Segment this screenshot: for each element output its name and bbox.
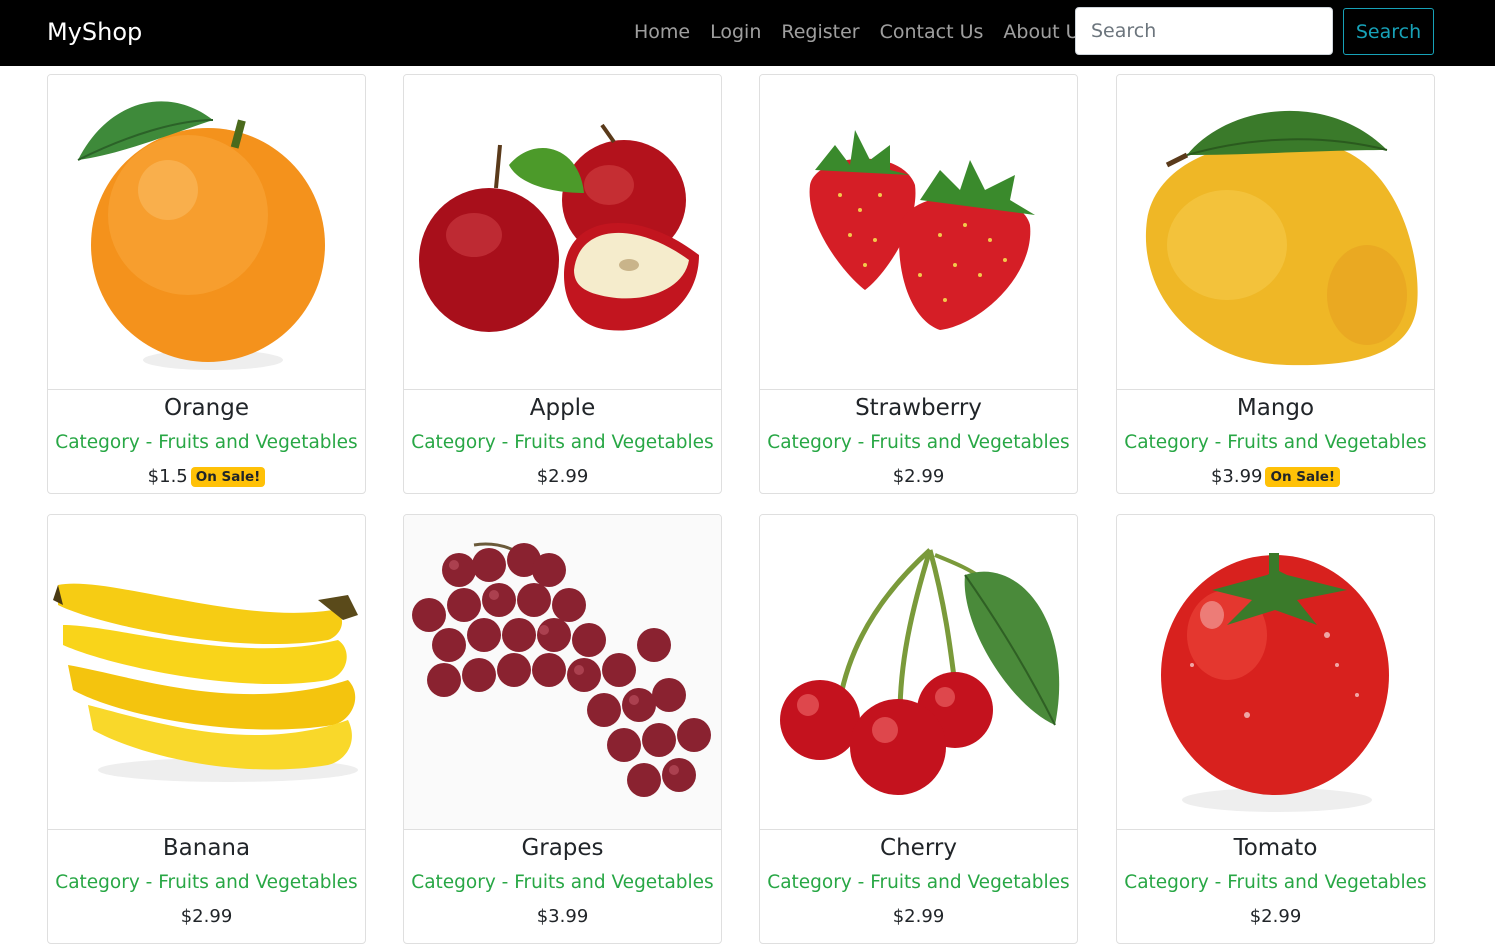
- product-card[interactable]: Strawberry Category - Fruits and Vegetab…: [759, 74, 1078, 494]
- orange-image[interactable]: [48, 75, 365, 390]
- product-name[interactable]: Banana: [48, 832, 365, 864]
- mango-image[interactable]: [1117, 75, 1434, 390]
- banana-image[interactable]: [48, 515, 365, 830]
- product-name[interactable]: Grapes: [404, 832, 721, 864]
- sale-badge: On Sale!: [1265, 467, 1341, 487]
- product-name[interactable]: Cherry: [760, 832, 1077, 864]
- nav-link-contact-us[interactable]: Contact Us: [870, 17, 994, 47]
- product-name[interactable]: Tomato: [1117, 832, 1434, 864]
- product-category: Category - Fruits and Vegetables: [55, 872, 358, 893]
- grapes-image[interactable]: [404, 515, 721, 830]
- product-category: Category - Fruits and Vegetables: [1124, 432, 1427, 453]
- product-price: $2.99: [892, 466, 945, 487]
- search-button[interactable]: Search: [1343, 8, 1434, 55]
- price-row: $2.99: [760, 465, 1077, 489]
- product-category: Category - Fruits and Vegetables: [767, 432, 1070, 453]
- price-row: $2.99: [760, 905, 1077, 929]
- price-row: $2.99: [1117, 905, 1434, 929]
- product-name[interactable]: Mango: [1117, 392, 1434, 424]
- product-card[interactable]: Orange Category - Fruits and Vegetables …: [47, 74, 366, 494]
- product-price: $3.99: [1210, 466, 1263, 487]
- apple-image[interactable]: [404, 75, 721, 390]
- product-name[interactable]: Strawberry: [760, 392, 1077, 424]
- product-card[interactable]: Tomato Category - Fruits and Vegetables …: [1116, 514, 1435, 944]
- brand-logo[interactable]: MyShop: [47, 15, 142, 49]
- nav-link-login[interactable]: Login: [700, 17, 771, 47]
- product-price: $2.99: [536, 466, 589, 487]
- product-category: Category - Fruits and Vegetables: [1124, 872, 1427, 893]
- product-price: $2.99: [180, 906, 233, 927]
- product-card[interactable]: Grapes Category - Fruits and Vegetables …: [403, 514, 722, 944]
- product-name[interactable]: Apple: [404, 392, 721, 424]
- product-price: $2.99: [892, 906, 945, 927]
- product-category: Category - Fruits and Vegetables: [411, 432, 714, 453]
- search-input[interactable]: [1075, 7, 1333, 55]
- product-category: Category - Fruits and Vegetables: [411, 872, 714, 893]
- price-row: $3.99 On Sale!: [1117, 465, 1434, 489]
- product-card[interactable]: Apple Category - Fruits and Vegetables $…: [403, 74, 722, 494]
- product-card[interactable]: Banana Category - Fruits and Vegetables …: [47, 514, 366, 944]
- product-price: $3.99: [536, 906, 589, 927]
- product-price: $2.99: [1249, 906, 1302, 927]
- product-card[interactable]: Mango Category - Fruits and Vegetables $…: [1116, 74, 1435, 494]
- nav-links: Home Login Register Contact Us About Us: [624, 17, 1099, 47]
- navbar: MyShop Home Login Register Contact Us Ab…: [0, 0, 1495, 66]
- product-price: $1.5: [147, 466, 188, 487]
- strawberry-image[interactable]: [760, 75, 1077, 390]
- price-row: $2.99: [48, 905, 365, 929]
- nav-link-register[interactable]: Register: [771, 17, 869, 47]
- product-name[interactable]: Orange: [48, 392, 365, 424]
- price-row: $2.99: [404, 465, 721, 489]
- nav-link-home[interactable]: Home: [624, 17, 700, 47]
- product-category: Category - Fruits and Vegetables: [55, 432, 358, 453]
- product-card[interactable]: Cherry Category - Fruits and Vegetables …: [759, 514, 1078, 944]
- sale-badge: On Sale!: [190, 467, 266, 487]
- price-row: $3.99: [404, 905, 721, 929]
- tomato-image[interactable]: [1117, 515, 1434, 830]
- price-row: $1.5 On Sale!: [48, 465, 365, 489]
- product-category: Category - Fruits and Vegetables: [767, 872, 1070, 893]
- cherry-image[interactable]: [760, 515, 1077, 830]
